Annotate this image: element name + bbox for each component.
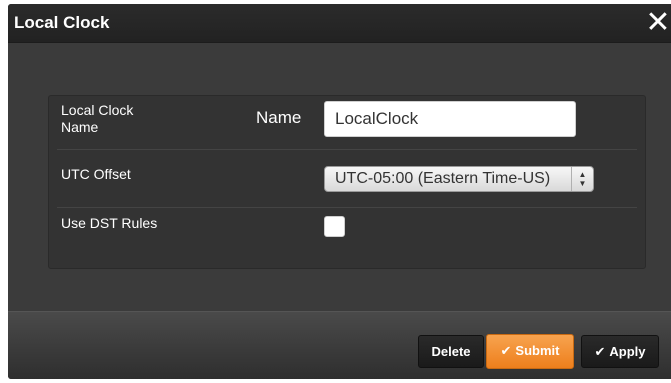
- select-arrows-icon: ▲ ▼: [571, 167, 593, 191]
- form-panel: Local Clock Name Name UTC Offset UTC-05:…: [48, 95, 646, 269]
- utc-offset-label: UTC Offset: [61, 166, 131, 182]
- submit-button[interactable]: ✔ Submit: [486, 334, 574, 369]
- local-clock-dialog: Local Clock ✕ Local Clock Name Name UTC …: [8, 4, 671, 379]
- delete-button[interactable]: Delete: [418, 335, 484, 368]
- form-row-local-clock-name: Local Clock Name Name: [57, 96, 637, 150]
- delete-button-label: Delete: [431, 344, 471, 359]
- checkmark-icon: ✔: [594, 344, 606, 359]
- form-row-utc-offset: UTC Offset UTC-05:00 (Eastern Time-US) ▲…: [57, 149, 637, 208]
- utc-offset-select[interactable]: UTC-05:00 (Eastern Time-US) ▲ ▼: [324, 166, 594, 192]
- checkmark-icon: ✔: [500, 343, 512, 358]
- apply-button[interactable]: ✔ Apply: [581, 335, 659, 368]
- form-row-use-dst-rules: Use DST Rules: [57, 207, 637, 264]
- close-icon[interactable]: ✕: [645, 8, 671, 38]
- dialog-title: Local Clock: [14, 13, 110, 32]
- dialog-title-bar: Local Clock ✕: [8, 4, 671, 43]
- use-dst-rules-label: Use DST Rules: [61, 215, 158, 231]
- apply-button-label: Apply: [609, 344, 646, 359]
- dialog-footer: Delete ✔ Submit ✔ Apply: [8, 311, 671, 379]
- use-dst-rules-checkbox[interactable]: [324, 216, 345, 237]
- name-field-label: Name: [256, 108, 302, 127]
- utc-offset-selected-value: UTC-05:00 (Eastern Time-US): [335, 170, 551, 187]
- dialog-body: Local Clock Name Name UTC Offset UTC-05:…: [8, 43, 671, 311]
- name-input[interactable]: [324, 101, 576, 137]
- local-clock-name-label: Local Clock Name: [61, 102, 134, 135]
- submit-button-label: Submit: [515, 343, 560, 358]
